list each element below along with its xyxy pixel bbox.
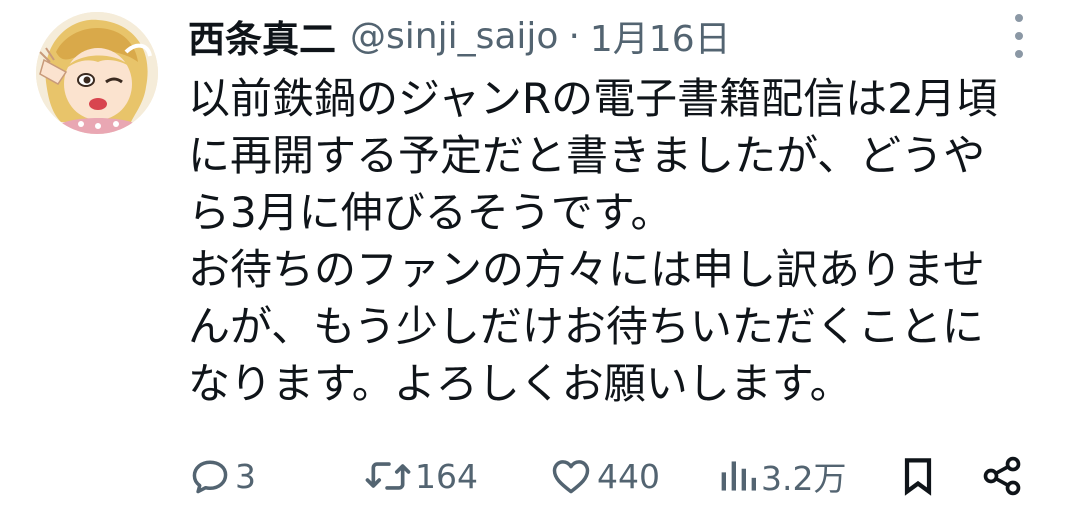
reply-icon (188, 454, 232, 498)
repost-icon (364, 454, 412, 498)
like-count: 440 (597, 456, 660, 496)
bookmark-button[interactable] (896, 448, 940, 504)
action-bar: 3 164 440 3.2万 (188, 448, 1038, 504)
avatar-illustration (36, 12, 158, 134)
post-date[interactable]: 1月16日 (590, 10, 731, 62)
post-text-line: お待ちのファンの方々には申し訳ありませ (188, 245, 985, 294)
more-dot (1015, 32, 1023, 40)
views-button[interactable]: 3.2万 (718, 448, 846, 504)
share-icon (980, 454, 1024, 498)
post-text-line: ら3月に伸びるそうです。 (188, 188, 673, 237)
post-text-line: なります。よろしくお願いします。 (188, 359, 852, 408)
heart-icon (548, 454, 594, 498)
reply-count: 3 (235, 456, 256, 496)
author-handle[interactable]: @sinji_saijo (350, 16, 558, 57)
post-text-line: に再開する予定だと書きましたが、どうや (188, 131, 986, 180)
like-button[interactable]: 440 (548, 448, 660, 504)
tweet[interactable]: 西条真二 @sinji_saijo · 1月16日 以前鉄鍋のジャンRの電子書籍… (0, 0, 1080, 513)
more-dot (1015, 50, 1023, 58)
views-count: 3.2万 (761, 459, 847, 498)
repost-button[interactable]: 164 (364, 448, 478, 504)
separator-dot: · (568, 15, 580, 57)
post-header: 西条真二 @sinji_saijo · 1月16日 (188, 8, 731, 64)
post-text-line: んが、もう少しだけお待ちいただくことに (188, 302, 984, 351)
views-icon (718, 454, 758, 498)
post-text-line: 以前鉄鍋のジャンRの電子書籍配信は2月頃 (188, 74, 998, 123)
author-name[interactable]: 西条真二 (188, 9, 336, 63)
bookmark-icon (896, 454, 940, 498)
repost-count: 164 (415, 456, 478, 496)
more-dot (1015, 14, 1023, 22)
post-text: 以前鉄鍋のジャンRの電子書籍配信は2月頃 に再開する予定だと書きましたが、どうや… (188, 70, 1038, 412)
reply-button[interactable]: 3 (188, 448, 256, 504)
share-button[interactable] (980, 448, 1024, 504)
avatar[interactable] (36, 12, 158, 134)
more-options-icon[interactable] (1004, 14, 1034, 58)
